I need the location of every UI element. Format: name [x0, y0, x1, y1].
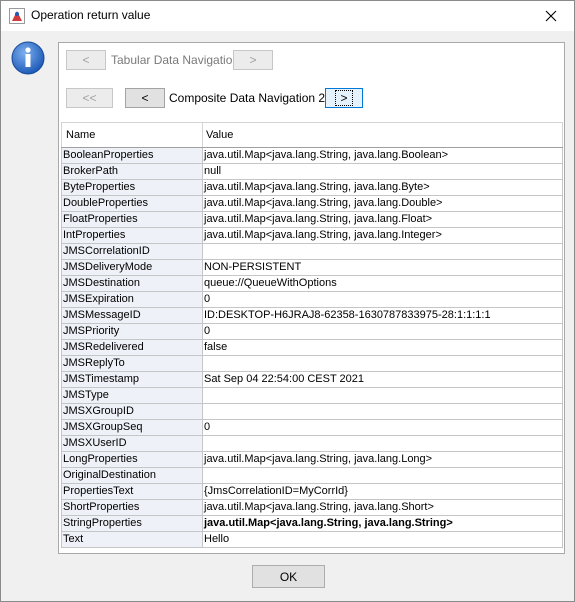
tabular-prev-button[interactable]: <: [66, 50, 106, 70]
property-value-cell[interactable]: queue://QueueWithOptions: [202, 275, 563, 292]
table-row[interactable]: JMSReplyTo: [61, 355, 563, 372]
table-row[interactable]: JMSCorrelationID: [61, 243, 563, 260]
table-row[interactable]: IntProperties java.util.Map<java.lang.Str…: [61, 227, 563, 244]
table-row[interactable]: JMSDestination queue://QueueWithOptions: [61, 275, 563, 292]
window-title: Operation return value: [31, 8, 151, 22]
property-value-cell[interactable]: java.util.Map<java.lang.String, java.lan…: [202, 515, 563, 532]
composite-first-button[interactable]: <<: [66, 88, 113, 108]
table-row[interactable]: JMSXGroupSeq 0: [61, 419, 563, 436]
table-row[interactable]: JMSPriority 0: [61, 323, 563, 340]
table-row[interactable]: PropertiesText {JmsCorrelationID=MyCorrId…: [61, 483, 563, 500]
result-panel: < Tabular Data Navigation > << < Composi…: [58, 42, 565, 554]
property-value-cell[interactable]: [202, 467, 563, 484]
property-value-cell[interactable]: 0: [202, 419, 563, 436]
table-row[interactable]: ByteProperties java.util.Map<java.lang.St…: [61, 179, 563, 196]
table-row[interactable]: JMSXUserID: [61, 435, 563, 452]
table-row[interactable]: FloatProperties java.util.Map<java.lang.S…: [61, 211, 563, 228]
property-value-cell[interactable]: java.util.Map<java.lang.String, java.lan…: [202, 451, 563, 468]
property-name-cell[interactable]: JMSXUserID: [61, 435, 203, 452]
property-name-cell[interactable]: BooleanProperties: [61, 147, 203, 164]
info-icon: [11, 41, 45, 75]
table-row[interactable]: StringProperties java.util.Map<java.lang.…: [61, 515, 563, 532]
property-name-cell[interactable]: JMSXGroupID: [61, 403, 203, 420]
property-value-cell[interactable]: [202, 387, 563, 404]
property-value-cell[interactable]: java.util.Map<java.lang.String, java.lan…: [202, 147, 563, 164]
property-name-cell[interactable]: JMSDeliveryMode: [61, 259, 203, 276]
property-name-cell[interactable]: FloatProperties: [61, 211, 203, 228]
property-value-cell[interactable]: 0: [202, 291, 563, 308]
property-name-cell[interactable]: LongProperties: [61, 451, 203, 468]
column-header-value[interactable]: Value: [202, 122, 563, 148]
property-name-cell[interactable]: JMSTimestamp: [61, 371, 203, 388]
property-value-cell[interactable]: java.util.Map<java.lang.String, java.lan…: [202, 179, 563, 196]
table-row[interactable]: JMSDeliveryMode NON-PERSISTENT: [61, 259, 563, 276]
property-name-cell[interactable]: PropertiesText: [61, 483, 203, 500]
property-name-cell[interactable]: JMSPriority: [61, 323, 203, 340]
table-row[interactable]: Text Hello: [61, 531, 563, 548]
property-value-cell[interactable]: java.util.Map<java.lang.String, java.lan…: [202, 211, 563, 228]
dialog-window: Operation return value < Tabular Data Na…: [0, 0, 575, 602]
property-name-cell[interactable]: JMSRedelivered: [61, 339, 203, 356]
table-row[interactable]: OriginalDestination: [61, 467, 563, 484]
table-row[interactable]: JMSMessageID ID:DESKTOP-H6JRAJ8-62358-163…: [61, 307, 563, 324]
data-table: Name Value BooleanProperties java.util.Ma…: [61, 122, 563, 548]
property-value-cell[interactable]: NON-PERSISTENT: [202, 259, 563, 276]
property-name-cell[interactable]: DoubleProperties: [61, 195, 203, 212]
property-value-text: java.util.Map<java.lang.String, java.lan…: [204, 517, 453, 529]
property-value-cell[interactable]: {JmsCorrelationID=MyCorrId}: [202, 483, 563, 500]
property-name-cell[interactable]: JMSType: [61, 387, 203, 404]
tabular-next-button[interactable]: >: [233, 50, 273, 70]
property-value-cell[interactable]: [202, 435, 563, 452]
property-name-cell[interactable]: ShortProperties: [61, 499, 203, 516]
table-row[interactable]: JMSType: [61, 387, 563, 404]
property-name-cell[interactable]: OriginalDestination: [61, 467, 203, 484]
table-row[interactable]: BooleanProperties java.util.Map<java.lang…: [61, 147, 563, 164]
table-row[interactable]: JMSTimestamp Sat Sep 04 22:54:00 CEST 202…: [61, 371, 563, 388]
property-name-cell[interactable]: ByteProperties: [61, 179, 203, 196]
table-row[interactable]: DoubleProperties java.util.Map<java.lang.…: [61, 195, 563, 212]
property-name-cell[interactable]: JMSExpiration: [61, 291, 203, 308]
property-value-cell[interactable]: [202, 243, 563, 260]
property-value-cell[interactable]: [202, 403, 563, 420]
property-name-cell[interactable]: IntProperties: [61, 227, 203, 244]
property-value-cell[interactable]: null: [202, 163, 563, 180]
property-name-cell[interactable]: Text: [61, 531, 203, 548]
composite-nav-label: Composite Data Navigation 2/3: [169, 91, 336, 105]
tabular-nav-label: Tabular Data Navigation: [111, 53, 240, 67]
table-row[interactable]: JMSXGroupID: [61, 403, 563, 420]
composite-next-button[interactable]: >: [325, 88, 363, 108]
table-row[interactable]: JMSExpiration 0: [61, 291, 563, 308]
property-value-cell[interactable]: 0: [202, 323, 563, 340]
property-value-cell[interactable]: java.util.Map<java.lang.String, java.lan…: [202, 195, 563, 212]
property-value-cell[interactable]: java.util.Map<java.lang.String, java.lan…: [202, 499, 563, 516]
property-name-cell[interactable]: JMSXGroupSeq: [61, 419, 203, 436]
composite-prev-button[interactable]: <: [125, 88, 165, 108]
property-name-cell[interactable]: StringProperties: [61, 515, 203, 532]
property-value-cell[interactable]: false: [202, 339, 563, 356]
property-name-cell[interactable]: BrokerPath: [61, 163, 203, 180]
column-header-name[interactable]: Name: [61, 122, 203, 148]
property-name-cell[interactable]: JMSDestination: [61, 275, 203, 292]
property-name-cell[interactable]: JMSMessageID: [61, 307, 203, 324]
close-button[interactable]: [528, 1, 574, 31]
property-value-cell[interactable]: java.util.Map<java.lang.String, java.lan…: [202, 227, 563, 244]
property-value-cell[interactable]: ID:DESKTOP-H6JRAJ8-62358-1630787833975-2…: [202, 307, 563, 324]
table-header-row: Name Value: [61, 122, 563, 148]
table-row[interactable]: LongProperties java.util.Map<java.lang.St…: [61, 451, 563, 468]
close-icon: [545, 10, 557, 22]
ok-button[interactable]: OK: [252, 565, 325, 588]
property-name-cell[interactable]: JMSCorrelationID: [61, 243, 203, 260]
table-row[interactable]: ShortProperties java.util.Map<java.lang.S…: [61, 499, 563, 516]
property-name-cell[interactable]: JMSReplyTo: [61, 355, 203, 372]
table-row[interactable]: JMSRedelivered false: [61, 339, 563, 356]
property-value-cell[interactable]: [202, 355, 563, 372]
property-value-cell[interactable]: Hello: [202, 531, 563, 548]
title-bar: Operation return value: [1, 1, 574, 31]
property-value-cell[interactable]: Sat Sep 04 22:54:00 CEST 2021: [202, 371, 563, 388]
app-icon: [9, 8, 25, 24]
table-row[interactable]: BrokerPath null: [61, 163, 563, 180]
